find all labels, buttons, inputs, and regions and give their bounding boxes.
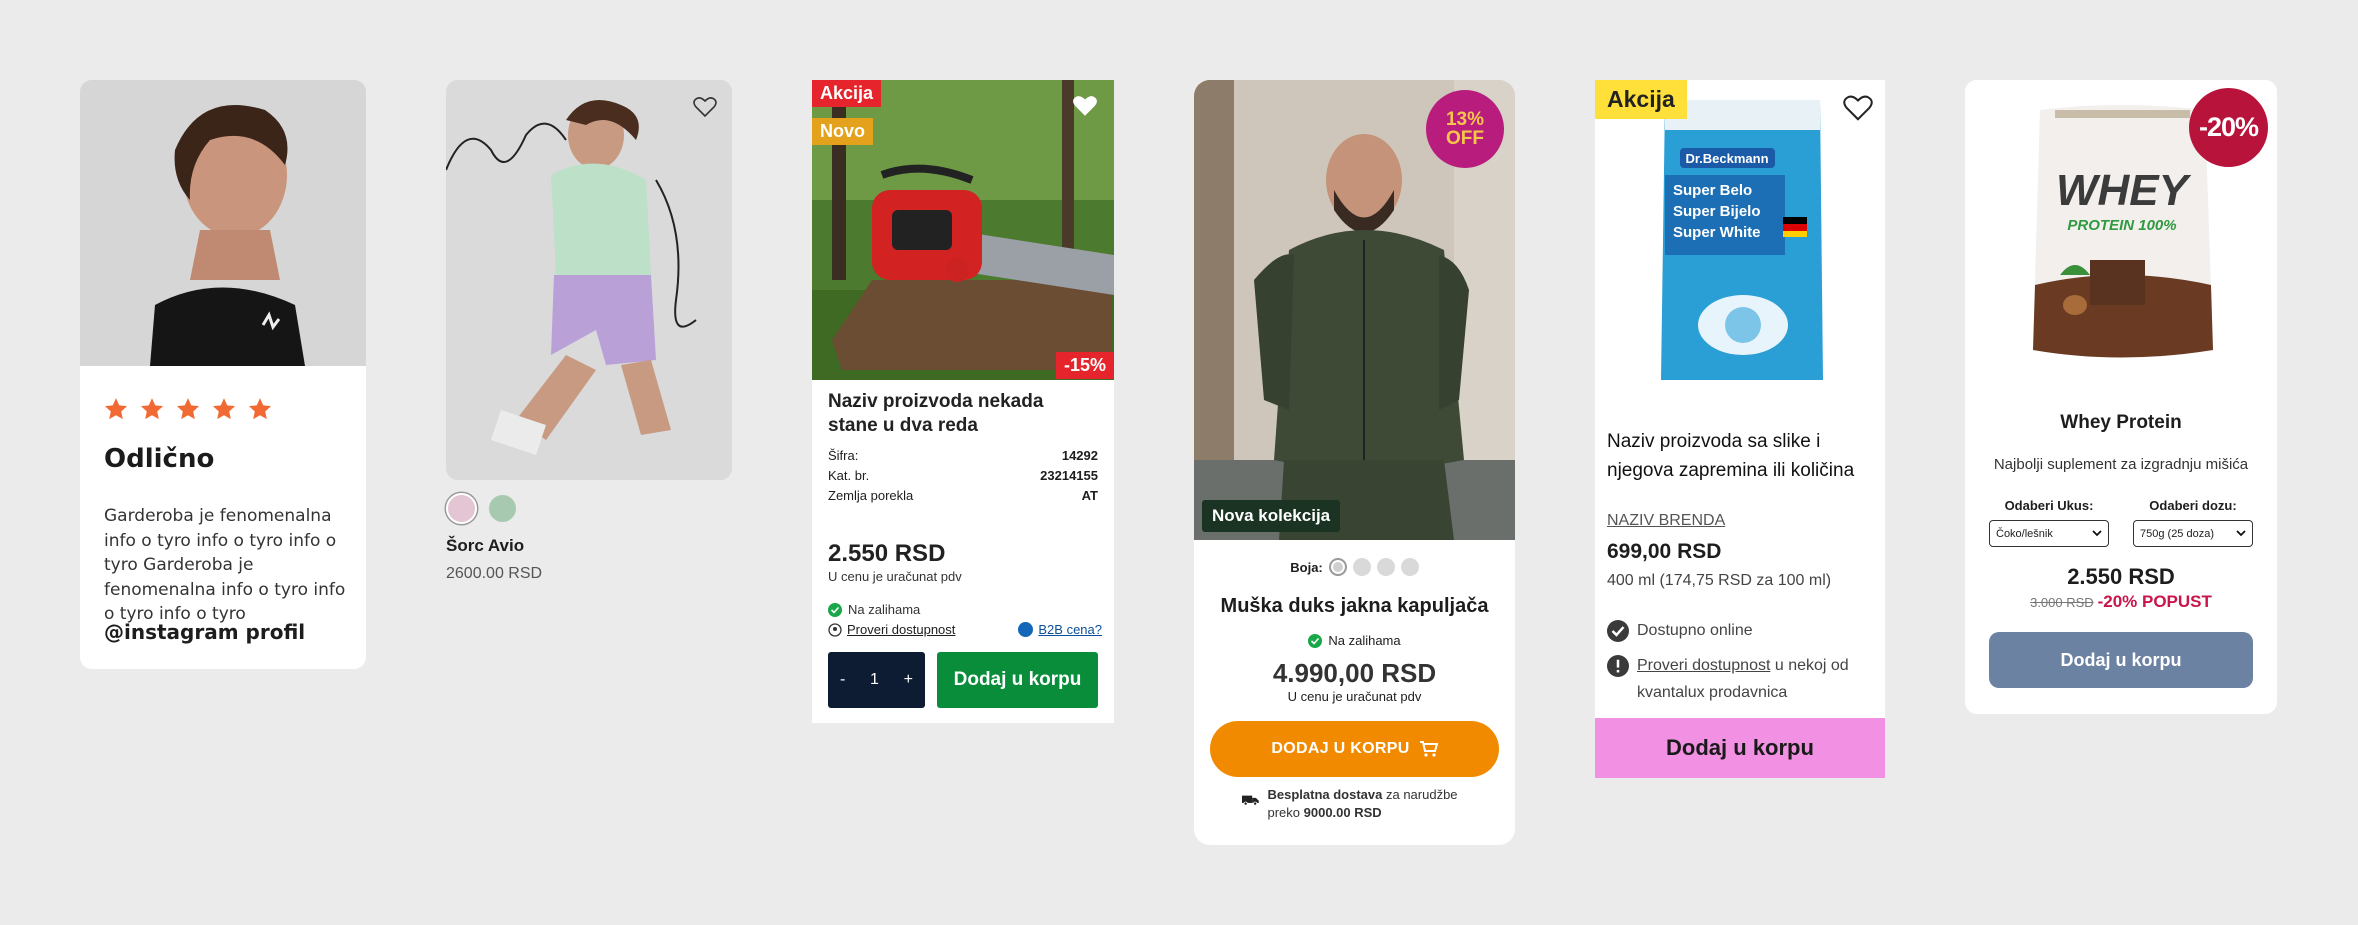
check-circle-icon (1308, 633, 1323, 648)
add-to-cart-button[interactable]: Dodaj u korpu (1595, 718, 1885, 778)
product-name[interactable]: Naziv proizvoda nekada stane u dva reda (828, 390, 1098, 438)
stock-status: Na zalihama (828, 602, 920, 617)
discount-badge: -15% (1055, 352, 1114, 379)
product-name[interactable]: Whey Protein (1965, 412, 2277, 434)
discount-badge: 13% OFF (1426, 90, 1504, 168)
chevron-down-icon (2092, 530, 2102, 537)
check-availability-link[interactable]: Proveri dostupnost (828, 622, 955, 637)
vat-note: U cenu je uračunat pdv (1287, 689, 1422, 704)
product-card-chainsaw: Akcija Novo -15% Naziv proizvoda nekada … (812, 80, 1114, 723)
package-line: Super Bijelo (1673, 203, 1761, 220)
color-option[interactable] (1376, 558, 1395, 576)
product-description: Najbolji suplement za izgradnju mišića (1993, 456, 2249, 473)
review-card: Odlično Garderoba je fenomenalna info o … (80, 80, 366, 669)
alert-circle-icon (1607, 655, 1629, 677)
star-icon (140, 398, 164, 420)
quantity-stepper[interactable]: - 1 + (828, 652, 925, 708)
brand-link[interactable]: NAZIV BRENDA (1607, 512, 1725, 530)
product-card-jacket: 13% OFF Nova kolekcija Boja: Muška duks … (1194, 80, 1515, 845)
old-price: 3.000 RSD (2030, 595, 2094, 610)
add-to-cart-button[interactable]: DODAJ U KORPU (1210, 721, 1499, 777)
heart-icon[interactable] (1843, 94, 1873, 122)
old-price-row: 3.000 RSD -20% POPUST (1965, 592, 2277, 612)
spec-row: Zemlja porekla AT (828, 488, 1098, 503)
truck-icon (1242, 795, 1259, 806)
product-name[interactable]: Naziv proizvoda sa slike i njegova zapre… (1607, 427, 1877, 485)
store-availability: Proveri dostupnost u nekoj od kvantalux … (1607, 652, 1877, 706)
package-line: Super White (1673, 224, 1761, 241)
heart-icon[interactable] (693, 96, 717, 118)
package-title: WHEY (2056, 166, 2192, 215)
color-label: Boja: (1290, 559, 1323, 575)
heart-icon[interactable] (1072, 94, 1098, 118)
product-name[interactable]: Muška duks jakna kapuljača (1194, 595, 1515, 618)
flavor-label: Odaberi Ukus: (2004, 498, 2094, 513)
spec-list: Šifra: 14292 Kat. br. 23214155 Zemlja pore… (828, 448, 1098, 508)
color-swatches (446, 493, 518, 524)
online-availability: Dostupno online (1607, 620, 1753, 642)
vat-note: U cenu je uračunat pdv (828, 569, 962, 584)
dose-select[interactable]: 750g (25 doza) (2133, 520, 2253, 547)
unit-price: 400 ml (174,75 RSD za 100 ml) (1607, 572, 1832, 589)
color-option[interactable] (1400, 558, 1419, 576)
package-subtitle: PROTEIN 100% (2067, 217, 2176, 234)
add-to-cart-button[interactable]: Dodaj u korpu (1989, 632, 2253, 688)
product-card-protein: WHEY PROTEIN 100% -20% Whey Protein Najb… (1965, 80, 2277, 714)
product-price: 2.550 RSD (2067, 564, 2175, 589)
star-icon (248, 398, 272, 420)
package-brand: Dr.Beckmann (1685, 151, 1768, 166)
product-price: 2.550 RSD (828, 540, 946, 567)
promo-label: -20% POPUST (2097, 592, 2212, 611)
b2b-icon (1018, 622, 1034, 637)
qty-minus-button[interactable]: - (840, 671, 845, 689)
star-icon (212, 398, 236, 420)
color-option[interactable] (1328, 558, 1347, 576)
instagram-handle[interactable]: @instagram profil (104, 620, 305, 644)
shipping-note: Besplatna dostava za narudžbe preko 9000… (1242, 786, 1492, 822)
product-price: 699,00 RSD (1607, 540, 1722, 563)
product-price: 4.990,00 RSD (1272, 658, 1437, 688)
add-to-cart-label: DODAJ U KORPU (1271, 740, 1410, 757)
color-selector: Boja: (1194, 558, 1515, 576)
chevron-down-icon (2236, 530, 2246, 537)
flavor-select[interactable]: Čoko/lešnik (1989, 520, 2109, 547)
review-title: Odlično (104, 444, 215, 474)
discount-badge: -20% (2189, 88, 2268, 167)
swatch-green[interactable] (487, 493, 518, 524)
check-availability-link[interactable]: Proveri dostupnost (1637, 657, 1770, 674)
package-line: Super Belo (1673, 182, 1752, 199)
collection-badge: Nova kolekcija (1202, 500, 1341, 532)
product-card-detergent: Dr.Beckmann Super Belo Super Bijelo Supe… (1595, 80, 1885, 778)
badge-new: Novo (812, 118, 873, 145)
cart-icon (1419, 741, 1438, 757)
product-price: 2600.00 RSD (446, 565, 543, 582)
dose-label: Odaberi dozu: (2149, 498, 2237, 513)
color-option[interactable] (1352, 558, 1371, 576)
check-circle-icon (828, 602, 842, 617)
badge-sale: Akcija (1595, 80, 1687, 119)
qty-value[interactable]: 1 (870, 671, 879, 689)
product-photo-shorts[interactable] (446, 80, 732, 480)
add-to-cart-button[interactable]: Dodaj u korpu (937, 652, 1098, 708)
swatch-pink[interactable] (446, 493, 477, 524)
spec-row: Kat. br. 23214155 (828, 468, 1098, 483)
review-text: Garderoba je fenomenalna info o tyro inf… (104, 506, 346, 624)
review-photo (80, 80, 366, 366)
location-icon (828, 622, 842, 637)
star-icon (104, 398, 128, 420)
qty-plus-button[interactable]: + (904, 671, 913, 689)
product-photo-detergent[interactable]: Dr.Beckmann Super Belo Super Bijelo Supe… (1595, 80, 1885, 410)
check-circle-icon (1607, 620, 1629, 642)
spec-row: Šifra: 14292 (828, 448, 1098, 463)
rating-stars (103, 396, 273, 422)
product-name[interactable]: Šorc Avio (446, 536, 524, 556)
star-icon (176, 398, 200, 420)
stock-status: Na zalihama (1194, 633, 1515, 648)
badge-sale: Akcija (812, 80, 882, 107)
b2b-link[interactable]: B2B cena? (1018, 622, 1102, 637)
